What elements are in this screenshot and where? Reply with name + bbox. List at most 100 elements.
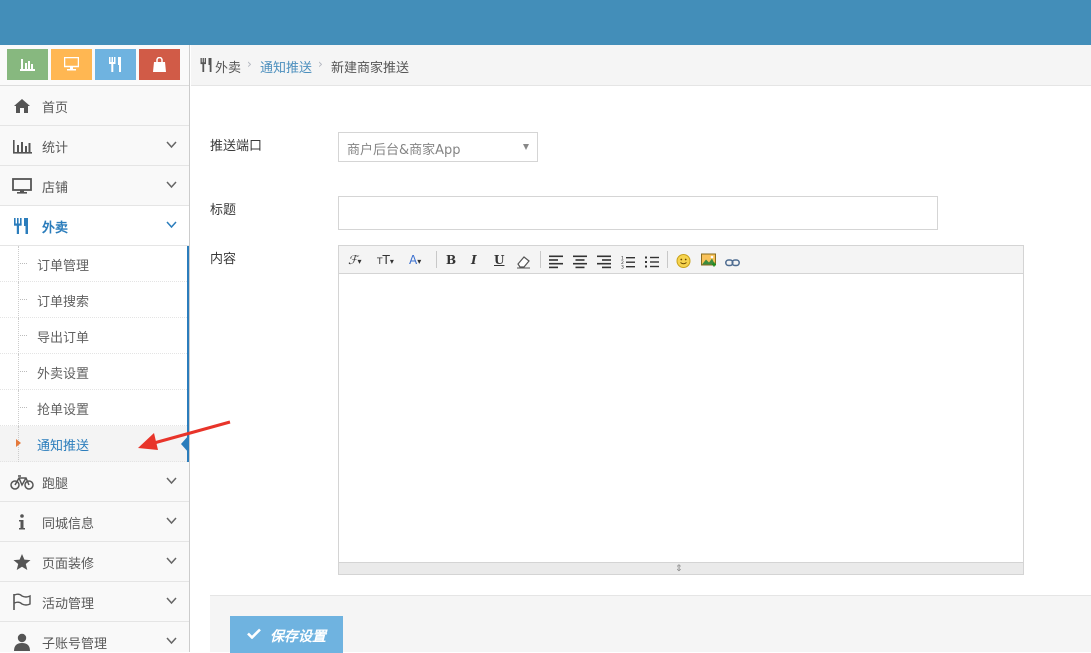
chevron-down-icon: [166, 221, 177, 229]
save-settings-label: 保存设置: [270, 628, 326, 644]
chevron-down-icon: [166, 141, 177, 149]
desktop-icon: [64, 57, 79, 71]
cutlery-icon: [109, 57, 121, 72]
chevron-down-icon: [166, 637, 177, 645]
submenu-item-label: 通知推送: [37, 439, 90, 454]
sidebar-item-home[interactable]: 首页: [0, 86, 189, 126]
align-right-tool[interactable]: [597, 253, 611, 271]
submenu-item-push-notification[interactable]: 通知推送: [0, 426, 189, 462]
push-target-select[interactable]: 商户后台&商家App: [338, 132, 538, 162]
rich-text-editor: ℱ▾ TT▾ A▾ B I U 123 ⇕: [338, 245, 1024, 575]
bicycle-icon: [10, 475, 34, 490]
sidebar-item-page-decoration[interactable]: 页面装修: [0, 542, 189, 582]
underline-tool[interactable]: U: [494, 251, 504, 269]
italic-tool[interactable]: I: [471, 251, 477, 269]
font-color-tool[interactable]: A▾: [409, 251, 421, 269]
chevron-down-icon: [166, 517, 177, 525]
sidebar-item-label: 跑腿: [42, 477, 69, 492]
submenu-item-label: 订单搜索: [37, 295, 90, 310]
align-left-tool[interactable]: [549, 253, 563, 271]
svg-text:3: 3: [621, 265, 624, 271]
content-label: 内容: [210, 252, 237, 267]
info-icon: [19, 514, 25, 530]
submenu-item-order-management[interactable]: 订单管理: [0, 246, 187, 282]
sidebar-item-label: 首页: [42, 101, 69, 116]
caret-down-icon: [523, 144, 529, 150]
breadcrumb-parent-link[interactable]: 通知推送: [260, 57, 312, 76]
breadcrumb: 外卖 › 通知推送 › 新建商家推送: [191, 45, 1091, 86]
sidebar-item-local-info[interactable]: 同城信息: [0, 502, 189, 542]
sidebar-item-activity-management[interactable]: 活动管理: [0, 582, 189, 622]
cutlery-icon: [200, 58, 212, 72]
breadcrumb-root[interactable]: 外卖: [215, 57, 241, 76]
shortcut-mall-button[interactable]: [139, 49, 180, 80]
chevron-down-icon: [166, 181, 177, 189]
sidebar-item-label: 店铺: [42, 181, 69, 196]
link-tool[interactable]: [725, 254, 740, 272]
sidebar-shortcuts: [0, 45, 189, 86]
cutlery-icon: [14, 218, 28, 234]
sidebar-item-errand[interactable]: 跑腿: [0, 462, 189, 502]
editor-content-area[interactable]: [339, 274, 1023, 562]
shortcut-takeout-button[interactable]: [95, 49, 136, 80]
editor-toolbar: ℱ▾ TT▾ A▾ B I U 123: [339, 246, 1023, 274]
unordered-list-tool[interactable]: [645, 253, 659, 271]
resize-grip-icon: ⇕: [675, 564, 683, 574]
title-input[interactable]: [338, 196, 938, 230]
emoticon-tool[interactable]: [676, 252, 691, 270]
sidebar-item-takeout[interactable]: 外卖: [0, 206, 189, 246]
breadcrumb-separator: ›: [318, 57, 323, 71]
sidebar-item-label: 子账号管理: [42, 637, 108, 652]
breadcrumb-current: 新建商家推送: [331, 61, 410, 76]
image-tool[interactable]: [701, 252, 717, 270]
font-size-tool[interactable]: TT▾: [377, 251, 394, 269]
sidebar-item-label: 同城信息: [42, 517, 95, 532]
ordered-list-tool[interactable]: 123: [621, 253, 635, 271]
save-settings-button[interactable]: 保存设置: [230, 616, 343, 653]
sidebar-item-stats[interactable]: 统计: [0, 126, 189, 166]
sidebar-item-label: 统计: [42, 141, 69, 156]
bar-chart-icon: [13, 140, 32, 154]
submenu-item-label: 导出订单: [37, 331, 90, 346]
submenu-item-takeout-settings[interactable]: 外卖设置: [0, 354, 187, 390]
push-target-label: 推送端口: [210, 139, 263, 154]
home-icon: [14, 99, 30, 113]
submenu-item-label: 外卖设置: [37, 367, 90, 382]
submenu-item-label: 抢单设置: [37, 403, 90, 418]
shortcut-shop-button[interactable]: [51, 49, 92, 80]
user-icon: [14, 633, 30, 651]
takeout-submenu: 订单管理 订单搜索 导出订单 外卖设置 抢单设置 通知推送: [0, 246, 189, 462]
active-indicator: [181, 435, 189, 453]
shortcut-stats-button[interactable]: [7, 49, 48, 80]
submenu-item-order-search[interactable]: 订单搜索: [0, 282, 187, 318]
desktop-icon: [12, 178, 32, 194]
top-navbar: [0, 0, 1091, 45]
font-family-tool[interactable]: ℱ▾: [348, 251, 361, 269]
check-icon: [247, 628, 261, 639]
sidebar-item-label: 页面装修: [42, 557, 95, 572]
sidebar: 首页 统计 店铺 外卖 订单管理 订单搜索 导出订单 外卖设置 抢单设置 通知推…: [0, 45, 190, 652]
shopping-bag-icon: [153, 57, 166, 72]
flag-icon: [13, 593, 31, 610]
star-icon: [13, 554, 31, 570]
chevron-down-icon: [166, 557, 177, 565]
submenu-item-export-orders[interactable]: 导出订单: [0, 318, 187, 354]
chevron-down-icon: [166, 477, 177, 485]
remove-format-tool[interactable]: [516, 253, 531, 271]
submenu-item-label: 订单管理: [37, 259, 90, 274]
submenu-item-grab-order-settings[interactable]: 抢单设置: [0, 390, 187, 426]
chevron-down-icon: [166, 597, 177, 605]
sidebar-item-label: 活动管理: [42, 597, 95, 612]
sidebar-item-sub-accounts[interactable]: 子账号管理: [0, 622, 189, 652]
align-center-tool[interactable]: [573, 253, 587, 271]
sidebar-item-shop[interactable]: 店铺: [0, 166, 189, 206]
sidebar-item-label: 外卖: [42, 221, 69, 236]
form-actions: 保存设置: [210, 595, 1091, 653]
caret-right-icon: [16, 439, 21, 447]
editor-resize-handle[interactable]: ⇕: [339, 562, 1023, 574]
breadcrumb-separator: ›: [247, 57, 252, 71]
title-label: 标题: [210, 203, 237, 218]
push-target-value: 商户后台&商家App: [347, 143, 461, 158]
bold-tool[interactable]: B: [446, 251, 456, 269]
bar-chart-icon: [20, 59, 35, 71]
